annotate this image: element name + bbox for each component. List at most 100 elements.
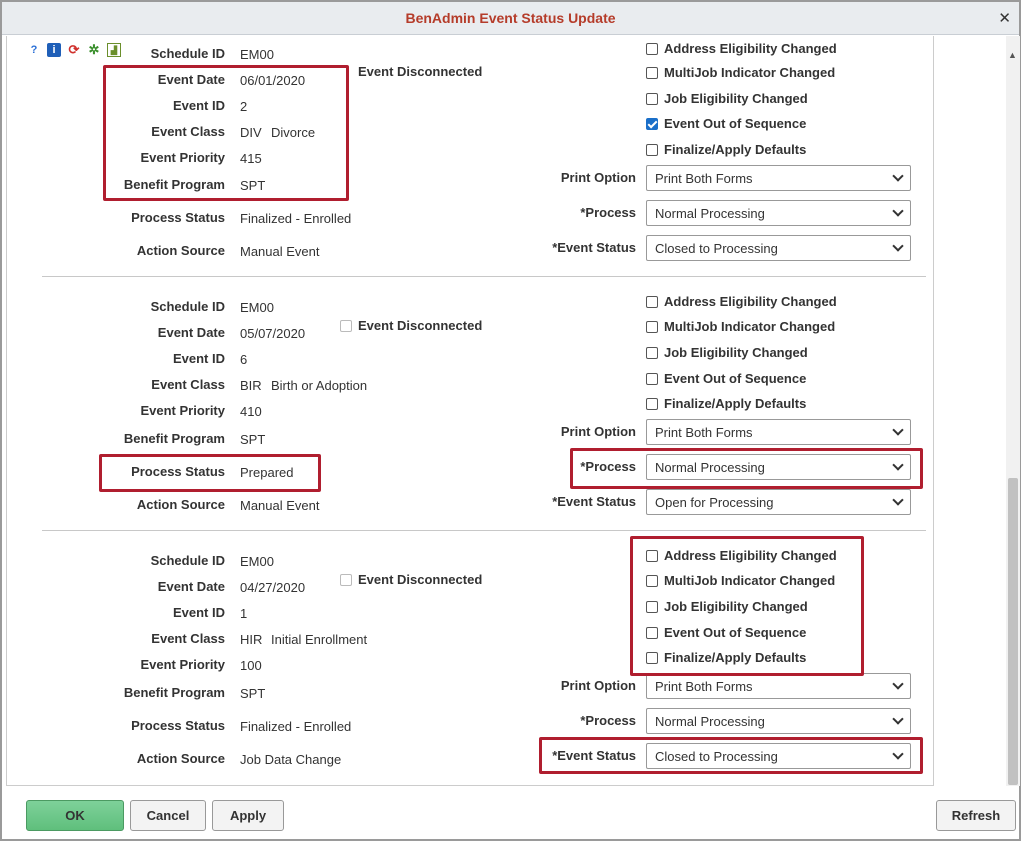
event-priority-value: 100 xyxy=(240,658,262,673)
print-option-select[interactable]: Print Both Forms xyxy=(646,165,911,191)
event-date-value: 06/01/2020 xyxy=(240,73,306,88)
multijob-label: MultiJob Indicator Changed xyxy=(664,573,836,588)
event-class-label: Event Class xyxy=(151,377,225,392)
refresh-button[interactable]: Refresh xyxy=(936,800,1016,831)
address-elig-label: Address Eligibility Changed xyxy=(664,548,837,563)
separator xyxy=(42,530,926,531)
scroll-up-icon[interactable]: ▲ xyxy=(1008,50,1017,60)
event-status-select[interactable]: Closed to Processing xyxy=(646,743,911,769)
checkbox-box[interactable] xyxy=(646,346,658,359)
finalize-label: Finalize/Apply Defaults xyxy=(664,396,807,411)
checkbox-box[interactable] xyxy=(646,320,658,333)
process-label: *Process xyxy=(580,713,636,728)
print-option-label: Print Option xyxy=(560,170,636,185)
process-select[interactable]: Normal Processing xyxy=(646,708,911,734)
checkbox-box[interactable] xyxy=(646,92,658,105)
event-date-value: 04/27/2020 xyxy=(240,580,306,595)
job-elig-checkbox[interactable]: Job Eligibility Changed xyxy=(646,599,808,614)
checkbox-box[interactable] xyxy=(646,66,658,79)
process-select[interactable]: Normal Processing xyxy=(646,200,911,226)
out-of-seq-checkbox[interactable]: Event Out of Sequence xyxy=(646,371,806,386)
multijob-checkbox[interactable]: MultiJob Indicator Changed xyxy=(646,319,835,334)
event-id-value: 2 xyxy=(240,99,248,114)
process-label: *Process xyxy=(580,459,636,474)
checkbox-box[interactable] xyxy=(646,295,658,308)
event-status-value: Closed to Processing xyxy=(655,240,778,256)
action-source-value: Manual Event xyxy=(240,244,320,259)
event-status-select[interactable]: Closed to Processing xyxy=(646,235,911,261)
benefit-program-label: Benefit Program xyxy=(123,431,225,446)
event-id-label: Event ID xyxy=(172,605,225,620)
checkbox-box[interactable] xyxy=(646,143,658,156)
finalize-checkbox[interactable]: Finalize/Apply Defaults xyxy=(646,396,806,411)
checkbox-box[interactable] xyxy=(646,42,658,55)
close-icon[interactable]: ✕ xyxy=(998,9,1011,27)
finalize-label: Finalize/Apply Defaults xyxy=(664,142,807,157)
multijob-checkbox[interactable]: MultiJob Indicator Changed xyxy=(646,573,835,588)
multijob-checkbox[interactable]: MultiJob Indicator Changed xyxy=(646,65,835,80)
content-area: ? i ⟳ ✲ ▟ Schedule ID EM00 Event Date 06… xyxy=(6,36,1004,786)
info-icon[interactable]: i xyxy=(47,43,61,57)
title-bar: BenAdmin Event Status Update ✕ xyxy=(2,2,1019,35)
process-status-label: Process Status xyxy=(131,464,225,479)
schedule-id-label: Schedule ID xyxy=(150,299,225,314)
process-status-label: Process Status xyxy=(131,210,225,225)
job-elig-checkbox[interactable]: Job Eligibility Changed xyxy=(646,91,808,106)
checkbox-box[interactable] xyxy=(340,319,352,332)
event-status-select[interactable]: Open for Processing xyxy=(646,489,911,515)
event-class-code: BIR xyxy=(240,378,262,393)
event-class-desc: Birth or Adoption xyxy=(271,378,368,393)
checkbox-box[interactable] xyxy=(646,372,658,385)
action-source-value: Manual Event xyxy=(240,498,320,513)
help-icon[interactable]: ? xyxy=(27,43,41,57)
address-elig-label: Address Eligibility Changed xyxy=(664,294,837,309)
address-elig-checkbox[interactable]: Address Eligibility Changed xyxy=(646,41,837,56)
out-of-seq-checkbox[interactable]: Event Out of Sequence xyxy=(646,625,806,640)
vertical-scrollbar[interactable]: ▲ xyxy=(1006,36,1020,786)
checkbox-box[interactable] xyxy=(646,600,658,613)
scrollbar-thumb[interactable] xyxy=(1008,478,1018,785)
event-disconnected-checkbox[interactable]: Event Disconnected xyxy=(358,64,482,79)
separator xyxy=(42,276,926,277)
event-priority-label: Event Priority xyxy=(140,657,225,672)
action-source-label: Action Source xyxy=(136,497,225,512)
job-elig-checkbox[interactable]: Job Eligibility Changed xyxy=(646,345,808,360)
checkbox-box-checked[interactable] xyxy=(646,117,658,130)
out-of-seq-checkbox[interactable]: Event Out of Sequence xyxy=(646,116,806,131)
checkbox-box[interactable] xyxy=(646,574,658,587)
chevron-down-icon xyxy=(892,494,904,506)
checkbox-box[interactable] xyxy=(646,549,658,562)
event-priority-label: Event Priority xyxy=(140,150,225,165)
multijob-label: MultiJob Indicator Changed xyxy=(664,65,836,80)
event-disconnected-checkbox[interactable]: Event Disconnected xyxy=(340,318,482,333)
finalize-checkbox[interactable]: Finalize/Apply Defaults xyxy=(646,142,806,157)
print-option-value: Print Both Forms xyxy=(655,678,753,694)
process-status-value: Prepared xyxy=(240,465,294,480)
checkbox-box[interactable] xyxy=(340,573,352,586)
out-of-seq-label: Event Out of Sequence xyxy=(664,625,807,640)
print-option-select[interactable]: Print Both Forms xyxy=(646,419,911,445)
event-disconnected-label: Event Disconnected xyxy=(358,572,483,587)
event-disconnected-checkbox[interactable]: Event Disconnected xyxy=(340,572,482,587)
finalize-checkbox[interactable]: Finalize/Apply Defaults xyxy=(646,650,806,665)
event-id-label: Event ID xyxy=(172,351,225,366)
print-option-select[interactable]: Print Both Forms xyxy=(646,673,911,699)
out-of-seq-label: Event Out of Sequence xyxy=(664,116,807,131)
chevron-down-icon xyxy=(892,240,904,252)
process-select[interactable]: Normal Processing xyxy=(646,454,911,480)
event-date-value: 05/07/2020 xyxy=(240,326,306,341)
event-status-label: *Event Status xyxy=(552,748,636,763)
action-source-label: Action Source xyxy=(136,243,225,258)
cancel-button[interactable]: Cancel xyxy=(130,800,206,831)
address-elig-checkbox[interactable]: Address Eligibility Changed xyxy=(646,294,837,309)
checkbox-box[interactable] xyxy=(646,651,658,664)
apply-button[interactable]: Apply xyxy=(212,800,284,831)
address-elig-label: Address Eligibility Changed xyxy=(664,41,837,56)
ok-button[interactable]: OK xyxy=(26,800,124,831)
address-elig-checkbox[interactable]: Address Eligibility Changed xyxy=(646,548,837,563)
schedule-id-value: EM00 xyxy=(240,554,274,569)
checkbox-box[interactable] xyxy=(646,626,658,639)
checkbox-box[interactable] xyxy=(646,397,658,410)
event-class-label: Event Class xyxy=(151,124,225,139)
event-id-value: 6 xyxy=(240,352,248,367)
